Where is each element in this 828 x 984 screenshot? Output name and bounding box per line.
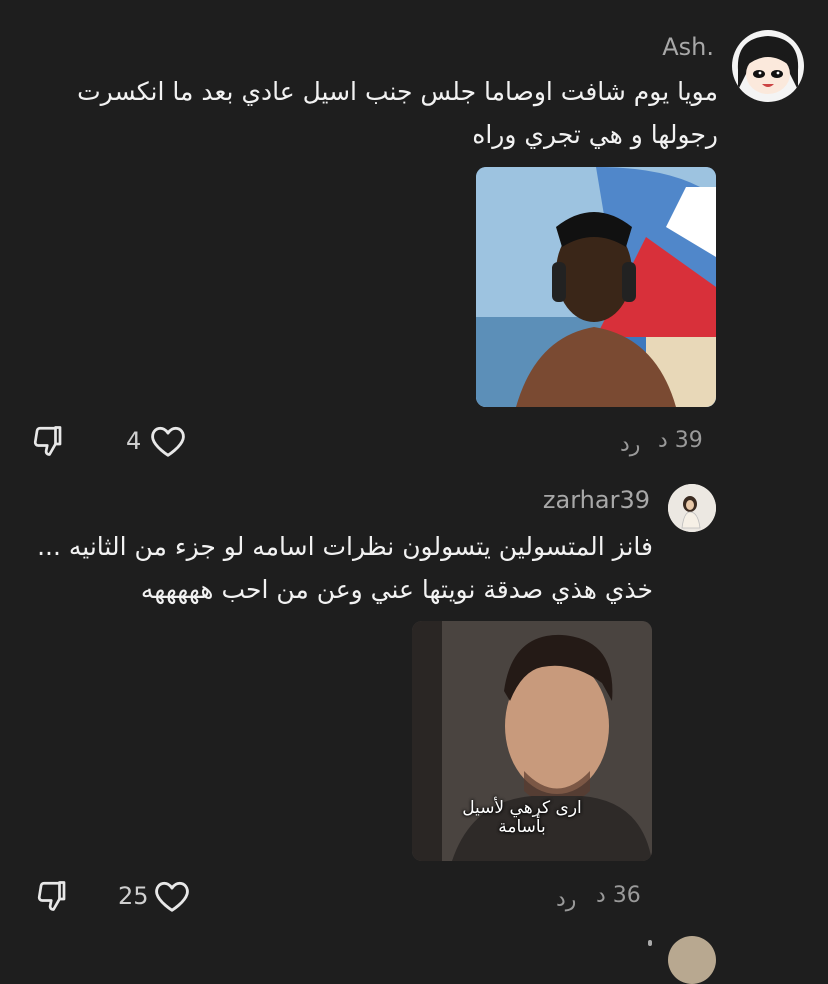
comment-text-line: مويا يوم شافت اوصاما جلس جنب اسيل عادي ب… bbox=[77, 77, 718, 106]
comment-image[interactable]: ارى كرهي لأسيل بأسامة bbox=[412, 621, 652, 861]
reply-button[interactable]: رد bbox=[556, 887, 576, 912]
comment-text: فانز المتسولين يتسولون نظرات اسامه لو جز… bbox=[33, 525, 653, 611]
comment-username[interactable]: Ash. bbox=[662, 33, 714, 61]
comment-time: 36 د bbox=[596, 883, 641, 908]
heart-icon[interactable] bbox=[149, 423, 187, 459]
comment-text-line: فانز المتسولين يتسولون نظرات اسامه لو جز… bbox=[37, 532, 653, 561]
comment-username[interactable]: zarhar39 bbox=[543, 486, 650, 514]
comment-text-line: رجولها و هي تجري وراه bbox=[472, 120, 718, 149]
avatar[interactable] bbox=[668, 936, 716, 984]
dislike-icon[interactable] bbox=[30, 423, 66, 459]
comment-text: مويا يوم شافت اوصاما جلس جنب اسيل عادي ب… bbox=[58, 70, 718, 156]
like-count: 4 bbox=[126, 427, 142, 455]
caption-line: ارى كرهي لأسيل bbox=[462, 798, 582, 818]
comment-time: 39 د bbox=[658, 428, 703, 453]
dislike-icon[interactable] bbox=[34, 878, 70, 914]
comment-text-line: خذي هذي صدقة نويتها عني وعن من احب ههههه… bbox=[140, 575, 653, 604]
caption-line: بأسامة bbox=[498, 817, 546, 837]
avatar[interactable] bbox=[668, 484, 716, 532]
image-caption: ارى كرهي لأسيل بأسامة bbox=[442, 799, 602, 837]
reply-button[interactable]: رد bbox=[620, 432, 640, 457]
heart-icon[interactable] bbox=[153, 878, 191, 914]
avatar[interactable] bbox=[732, 30, 804, 102]
username-fragment bbox=[648, 940, 652, 946]
previous-comment-actions bbox=[30, 0, 230, 2]
comment-image[interactable] bbox=[476, 167, 716, 407]
like-count: 25 bbox=[118, 882, 149, 910]
